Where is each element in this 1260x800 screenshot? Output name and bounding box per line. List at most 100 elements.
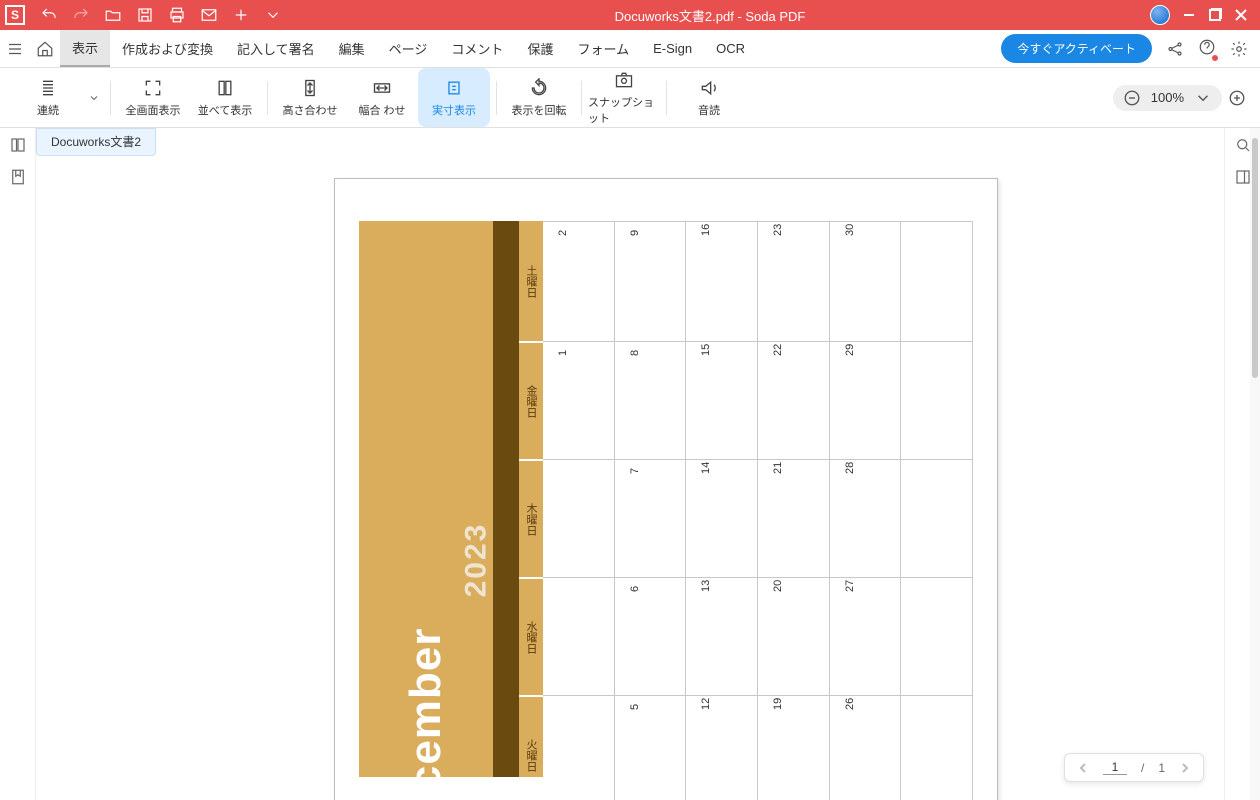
- tool-actual[interactable]: 実寸表示: [418, 68, 490, 127]
- page-next-icon[interactable]: [1179, 762, 1191, 774]
- calendar-cell: 8: [615, 342, 687, 459]
- calendar-cell: [543, 578, 615, 695]
- save-icon[interactable]: [136, 6, 154, 24]
- calendar-row: 6132027: [543, 578, 973, 696]
- activate-button[interactable]: 今すぐアクティベート: [1001, 34, 1152, 63]
- mail-icon[interactable]: [200, 6, 218, 24]
- calendar-row: 5121926: [543, 696, 973, 800]
- close-icon[interactable]: [1234, 8, 1248, 22]
- calendar-date: 2: [557, 230, 569, 236]
- zoom-out-icon[interactable]: [1123, 89, 1141, 107]
- calendar-cell: 21: [758, 460, 830, 577]
- calendar-cell: 22: [758, 342, 830, 459]
- calendar-cell: 13: [686, 578, 758, 695]
- calendar-cell: 29: [830, 342, 902, 459]
- document-tab[interactable]: Docuworks文書2: [36, 128, 156, 156]
- menu-item-6[interactable]: 保護: [515, 30, 565, 67]
- tool-continuous-chevron-icon[interactable]: [84, 92, 104, 104]
- menu-item-9[interactable]: OCR: [704, 30, 757, 67]
- calendar-cell: 20: [758, 578, 830, 695]
- calendar-cell: 15: [686, 342, 758, 459]
- dayname-label: 金曜日: [523, 385, 539, 418]
- page-prev-icon[interactable]: [1077, 762, 1089, 774]
- chevron-down-icon[interactable]: [264, 6, 282, 24]
- dayname-cell: 火曜日: [519, 695, 543, 800]
- tool-fitW[interactable]: 幅合 わせ: [346, 68, 418, 127]
- menu-item-0[interactable]: 表示: [60, 30, 110, 67]
- dayname-cell: 水曜日: [519, 577, 543, 695]
- tool-fullscreen[interactable]: 全画面表示: [117, 68, 189, 127]
- calendar-cell: [901, 578, 973, 695]
- calendar-grid: 2916233018152229714212861320275121926: [543, 221, 973, 800]
- plus-icon[interactable]: [232, 6, 250, 24]
- document-canvas[interactable]: 2023 December 土曜日金曜日木曜日水曜日火曜日 2916233018…: [36, 128, 1224, 800]
- menu-item-1[interactable]: 作成および変換: [110, 30, 225, 67]
- calendar-cell: 30: [830, 222, 902, 341]
- calendar-date: 21: [772, 462, 784, 474]
- menu-item-2[interactable]: 記入して署名: [225, 30, 327, 67]
- zoom-chevron-down-icon[interactable]: [1194, 89, 1212, 107]
- titlebar-quick-actions: [30, 6, 282, 24]
- share-icon[interactable]: [1166, 40, 1184, 58]
- zoom-in-icon[interactable]: [1228, 89, 1246, 107]
- tool-read[interactable]: 音読: [673, 68, 745, 127]
- menu-bar: 表示作成および変換記入して署名編集ページコメント保護フォームE-SignOCR …: [0, 30, 1260, 68]
- calendar-cell: 9: [615, 222, 687, 341]
- calendar-date: 13: [700, 580, 712, 592]
- calendar-row: 18152229: [543, 342, 973, 460]
- tool-separator: [496, 81, 497, 115]
- zoom-level: 100%: [1151, 90, 1184, 105]
- calendar-date: 9: [629, 230, 641, 236]
- calendar-date: 30: [844, 224, 856, 236]
- menu-item-4[interactable]: ページ: [377, 30, 440, 67]
- redo-icon[interactable]: [72, 6, 90, 24]
- calendar-cell: [543, 460, 615, 577]
- open-icon[interactable]: [104, 6, 122, 24]
- calendar-cell: [901, 696, 973, 800]
- dayname-label: 火曜日: [523, 739, 539, 772]
- calendar-month: December: [401, 628, 451, 800]
- calendar-cell: 5: [615, 696, 687, 800]
- dayname-label: 木曜日: [523, 503, 539, 536]
- tool-snapshot[interactable]: スナップショット: [588, 68, 660, 127]
- panel-bookmarks-icon[interactable]: [9, 168, 27, 186]
- menu-item-7[interactable]: フォーム: [565, 30, 641, 67]
- vertical-scrollbar[interactable]: [1250, 128, 1260, 800]
- calendar-row: 29162330: [543, 222, 973, 342]
- menu-item-5[interactable]: コメント: [439, 30, 515, 67]
- calendar-date: 16: [700, 224, 712, 236]
- panel-toggle-icon[interactable]: [1234, 168, 1252, 186]
- page-current-input[interactable]: [1103, 760, 1127, 775]
- help-icon[interactable]: [1198, 38, 1216, 59]
- undo-icon[interactable]: [40, 6, 58, 24]
- print-icon[interactable]: [168, 6, 186, 24]
- calendar-date: 22: [772, 344, 784, 356]
- calendar-stripe: [493, 221, 519, 777]
- workspace: Docuworks文書2 2023 December 土曜日金曜日木曜日水曜日火…: [0, 128, 1260, 800]
- menu-item-3[interactable]: 編集: [327, 30, 377, 67]
- minimize-icon[interactable]: [1182, 8, 1196, 22]
- tool-rotate[interactable]: 表示を回転: [503, 68, 575, 127]
- tool-fitH[interactable]: 高さ合わせ: [274, 68, 346, 127]
- calendar-date: 6: [629, 586, 641, 592]
- calendar-cell: 19: [758, 696, 830, 800]
- calendar-cell: [901, 460, 973, 577]
- calendar-date: 15: [700, 344, 712, 356]
- tool-tile[interactable]: 並べて表示: [189, 68, 261, 127]
- calendar-date: 5: [629, 704, 641, 710]
- panel-thumbnails-icon[interactable]: [9, 136, 27, 154]
- page-navigator: / 1: [1064, 753, 1204, 782]
- hamburger-menu-icon[interactable]: [0, 40, 30, 58]
- calendar-date: 8: [629, 350, 641, 356]
- calendar-cell: [901, 342, 973, 459]
- calendar-cell: 6: [615, 578, 687, 695]
- user-avatar[interactable]: [1150, 5, 1170, 25]
- settings-gear-icon[interactable]: [1230, 40, 1248, 58]
- scrollbar-thumb[interactable]: [1252, 138, 1258, 378]
- menu-item-8[interactable]: E-Sign: [641, 30, 704, 67]
- maximize-icon[interactable]: [1208, 8, 1222, 22]
- page: 2023 December 土曜日金曜日木曜日水曜日火曜日 2916233018…: [334, 178, 998, 800]
- home-icon[interactable]: [30, 40, 60, 58]
- tool-continuous[interactable]: 連続: [12, 78, 84, 118]
- search-icon[interactable]: [1234, 136, 1252, 154]
